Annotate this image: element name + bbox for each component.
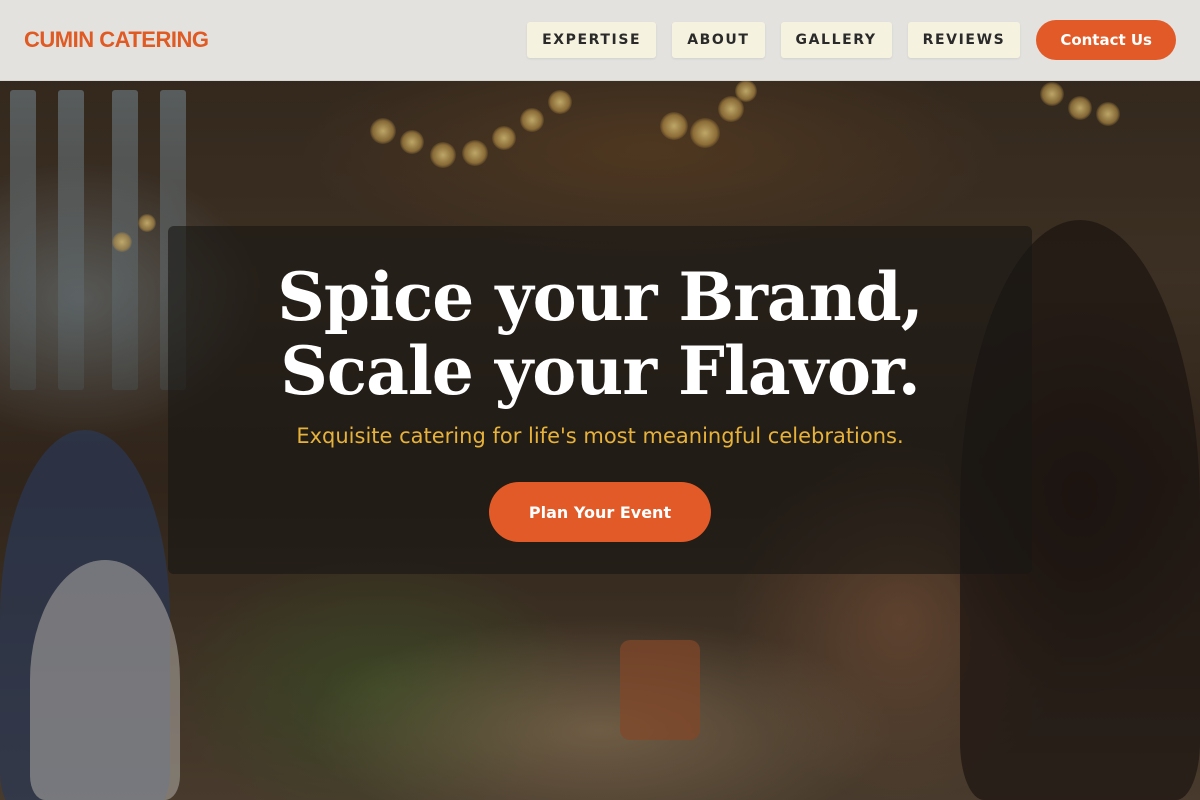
nav-item-reviews[interactable]: REVIEWS bbox=[907, 22, 1021, 58]
site-header: CUMIN CATERING EXPERTISE ABOUT GALLERY R… bbox=[0, 0, 1200, 81]
hero-subtitle: Exquisite catering for life's most meani… bbox=[296, 424, 904, 448]
contact-us-button[interactable]: Contact Us bbox=[1036, 20, 1176, 60]
plan-your-event-button[interactable]: Plan Your Event bbox=[488, 482, 712, 542]
main-nav: EXPERTISE ABOUT GALLERY REVIEWS Contact … bbox=[527, 20, 1176, 60]
hero-title: Spice your Brand, Scale your Flavor. bbox=[277, 258, 924, 410]
nav-item-about[interactable]: ABOUT bbox=[672, 22, 765, 58]
nav-item-expertise[interactable]: EXPERTISE bbox=[527, 22, 657, 58]
brand-logo[interactable]: CUMIN CATERING bbox=[24, 27, 209, 53]
nav-item-gallery[interactable]: GALLERY bbox=[780, 22, 892, 58]
hero-panel: Spice your Brand, Scale your Flavor. Exq… bbox=[168, 226, 1032, 574]
